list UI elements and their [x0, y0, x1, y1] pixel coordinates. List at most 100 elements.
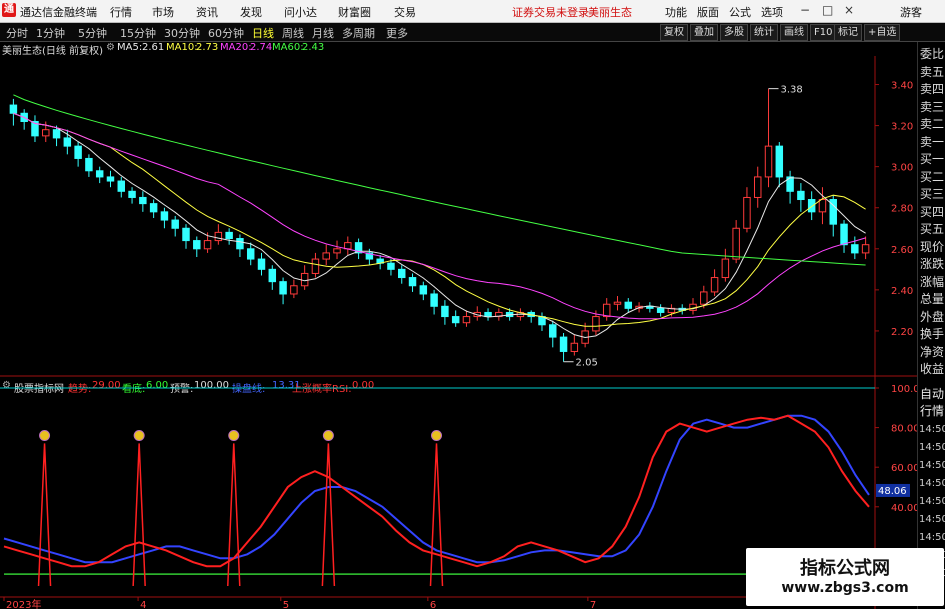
site-watermark: 指标公式网 www.zbgs3.com: [746, 548, 944, 606]
add-watchlist-button[interactable]: +自选: [864, 24, 901, 41]
candle-body: [851, 244, 859, 254]
period-toolbar: 分时 1分钟 5分钟 15分钟 30分钟 60分钟 日线 周线 月线 多周期 更…: [0, 23, 945, 42]
period-30min[interactable]: 30分钟: [164, 25, 200, 41]
tick-time: 14:50: [919, 496, 945, 507]
period-multi[interactable]: 多周期: [342, 25, 375, 41]
time-tick-label: 7: [590, 600, 596, 609]
menu-trade[interactable]: 交易: [394, 4, 416, 20]
period-60min[interactable]: 60分钟: [208, 25, 244, 41]
menu-quotes[interactable]: 行情: [110, 4, 132, 20]
tick-time: 14:50: [919, 478, 945, 489]
multi-stock-button[interactable]: 多股: [720, 24, 748, 41]
app-title: 通达信金融终端: [20, 6, 97, 19]
candle-body: [775, 145, 784, 178]
price-tick-label: 2.80: [891, 204, 913, 215]
candle-body: [559, 336, 568, 352]
draw-line-button[interactable]: 画线: [780, 24, 808, 41]
watermark-title: 指标公式网: [800, 558, 890, 579]
menu-layout[interactable]: 版面: [697, 4, 719, 20]
signal-emoji-icon: [431, 430, 442, 442]
candle-body: [214, 231, 223, 242]
menu-options[interactable]: 选项: [761, 4, 783, 20]
tick-time: 14:50: [919, 442, 945, 453]
period-monthly[interactable]: 月线: [312, 25, 334, 41]
mark-button[interactable]: 标记: [834, 24, 862, 41]
kline-legend: 美丽生态 (日线 前复权) ⚙ MA5: 2.61 MA10: 2.73 MA2…: [0, 42, 880, 57]
candle-body: [807, 199, 816, 213]
candle-body: [764, 145, 773, 178]
overlay-button[interactable]: 叠加: [690, 24, 718, 41]
candle-body: [818, 199, 827, 213]
candle-body: [279, 281, 287, 295]
candle-body: [710, 277, 719, 293]
signal-emoji-icon: [133, 430, 145, 442]
candle-body: [387, 262, 395, 270]
candle-body: [203, 240, 212, 250]
ma10-value: 2.73: [196, 42, 219, 53]
candle-body: [311, 258, 320, 274]
candle-body: [225, 231, 233, 240]
tick-time: 14:50: [919, 514, 945, 525]
candle-body: [721, 258, 730, 279]
stock-alert[interactable]: 美丽生态: [588, 4, 632, 20]
candle-body: [333, 248, 341, 254]
menu-ask[interactable]: 问小达: [284, 4, 317, 20]
menu-news[interactable]: 资讯: [196, 4, 218, 20]
menu-function[interactable]: 功能: [665, 4, 687, 20]
candle-body: [570, 342, 579, 352]
price-tick-label: 2.60: [891, 245, 913, 256]
candle-body: [85, 157, 93, 172]
auto-quote-label[interactable]: 行情: [919, 401, 945, 421]
gear-icon[interactable]: ⚙: [106, 42, 115, 53]
menu-formula[interactable]: 公式: [729, 4, 751, 20]
candle-body: [268, 268, 277, 283]
period-1min[interactable]: 1分钟: [36, 25, 65, 41]
stock-name[interactable]: 美丽生态: [2, 42, 42, 57]
ma5-line: [13, 112, 866, 339]
price-tick-label: 2.20: [891, 327, 913, 338]
candle-body: [602, 303, 611, 318]
candle-body: [441, 305, 449, 318]
menu-market[interactable]: 市场: [152, 4, 174, 20]
tick-time: 14:50: [919, 424, 945, 435]
candle-body: [42, 129, 50, 137]
chart-canvas[interactable]: 3.38 2.05 48.06 3.40 3.20 3.00 2.80 2.60 2.40 2…: [0, 56, 917, 609]
menu-wealth[interactable]: 财富圈: [338, 4, 371, 20]
signal-emoji-icon: [39, 430, 51, 442]
candle-body: [840, 223, 848, 246]
candle-body: [732, 227, 740, 260]
period-weekly[interactable]: 周线: [282, 25, 304, 41]
price-tick-label: 3.40: [891, 81, 913, 92]
candle-body: [63, 137, 72, 147]
f10-button[interactable]: F10: [810, 24, 837, 41]
stats-button[interactable]: 统计: [750, 24, 778, 41]
ma60-label: MA60:: [272, 42, 304, 53]
candle-body: [430, 293, 438, 307]
candle-body: [52, 129, 61, 139]
period-5min[interactable]: 5分钟: [78, 25, 107, 41]
time-tick-label: 5: [283, 600, 289, 609]
moving-average-lines: [13, 94, 866, 339]
candle-body: [753, 176, 762, 198]
close-icon[interactable]: ×: [844, 3, 854, 17]
candle-body: [139, 196, 147, 205]
tick-time: 14:50: [919, 532, 945, 543]
guest-user[interactable]: 游客: [900, 4, 922, 20]
signal-spike: [321, 443, 336, 587]
minimize-icon[interactable]: −: [800, 3, 810, 17]
login-alert[interactable]: 证券交易未登录: [512, 4, 589, 20]
maximize-icon[interactable]: □: [822, 3, 833, 17]
adjust-button[interactable]: 复权: [660, 24, 688, 41]
period-more[interactable]: 更多: [386, 25, 408, 41]
candle-body: [236, 238, 244, 250]
period-daily[interactable]: 日线: [252, 25, 274, 41]
signal-spike: [227, 443, 241, 587]
current-value-label: 48.06: [878, 486, 907, 497]
quote-field-label: 收益: [919, 362, 944, 376]
candle-body: [300, 272, 309, 287]
menu-discover[interactable]: 发现: [240, 4, 262, 20]
period-15min[interactable]: 15分钟: [120, 25, 156, 41]
period-timeshare[interactable]: 分时: [6, 25, 28, 41]
tick-time: 14:50: [919, 460, 945, 471]
candle-body: [484, 311, 492, 318]
